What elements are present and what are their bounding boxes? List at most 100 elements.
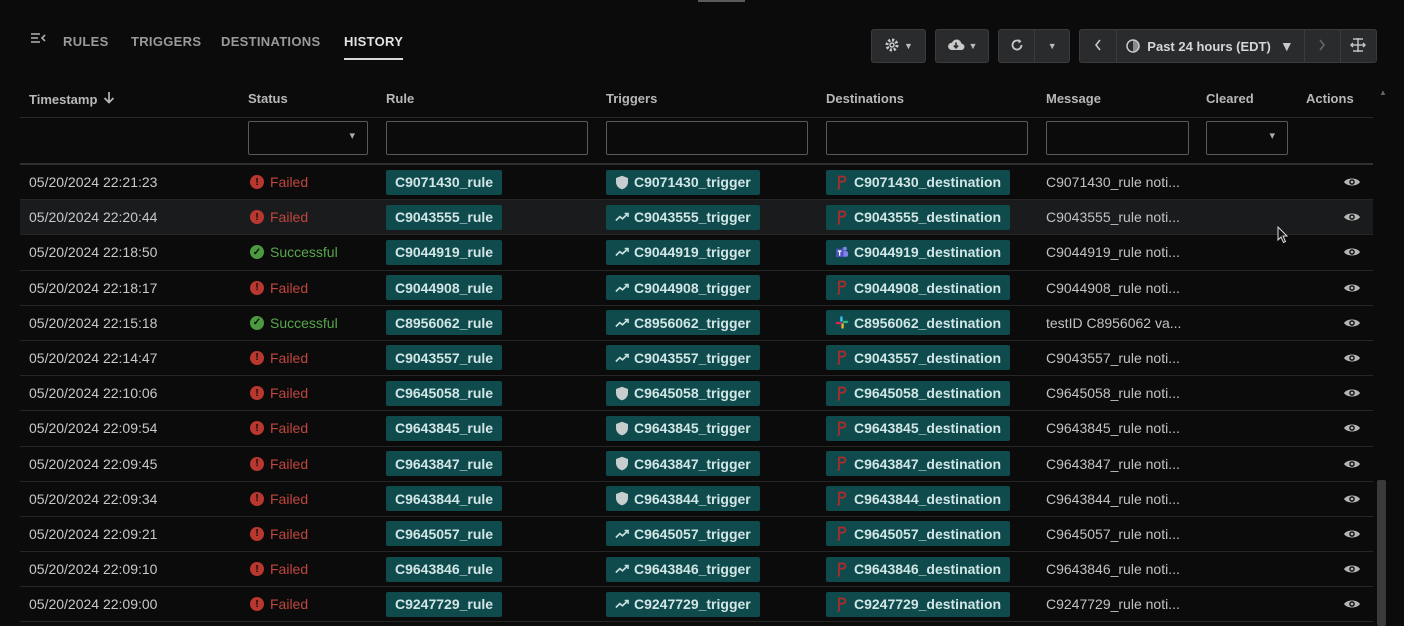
view-details-button[interactable] (1342, 200, 1362, 234)
trigger-link[interactable]: C9643845_trigger (606, 415, 760, 441)
view-details-button[interactable] (1342, 447, 1362, 481)
column-header-status[interactable]: Status (248, 91, 288, 106)
timestamp-cell: 05/20/2024 22:14:47 (29, 349, 158, 366)
cleared-filter-select[interactable] (1206, 121, 1288, 155)
table-row[interactable]: 05/20/2024 22:15:18 ✓ Successful C895606… (20, 306, 1373, 341)
trend-icon (615, 281, 629, 295)
column-header-timestamp[interactable]: Timestamp (29, 91, 115, 107)
trigger-link[interactable]: C9645057_trigger (606, 521, 760, 547)
sidebar-toggle-icon[interactable] (30, 31, 46, 45)
view-details-button[interactable] (1342, 271, 1362, 305)
table-row[interactable]: 05/20/2024 22:21:23 ! Failed C9071430_ru… (20, 165, 1373, 201)
table-row[interactable]: 05/20/2024 22:18:17 ! Failed C9044908_ru… (20, 271, 1373, 306)
column-header-rule[interactable]: Rule (386, 91, 414, 106)
trigger-link[interactable]: C9247729_trigger (606, 591, 760, 617)
status-cell: ! Failed (250, 376, 308, 410)
rule-link[interactable]: C9044919_rule (386, 239, 503, 265)
trigger-link[interactable]: C9645058_trigger (606, 380, 760, 406)
export-button[interactable]: ▼ (935, 29, 989, 63)
view-details-button[interactable] (1342, 482, 1362, 516)
rule-link[interactable]: C9645057_rule (386, 521, 503, 547)
time-forward-button[interactable] (1304, 30, 1341, 62)
table-row[interactable]: 05/20/2024 22:14:47 ! Failed C9043557_ru… (20, 341, 1373, 377)
zoom-button[interactable] (1340, 30, 1376, 62)
destination-label: C9044908_destination (854, 279, 1002, 296)
view-details-button[interactable] (1342, 306, 1362, 340)
status-filter-select[interactable] (248, 121, 368, 155)
trigger-link[interactable]: C9071430_trigger (606, 169, 760, 195)
trigger-link[interactable]: C9043557_trigger (606, 345, 760, 371)
table-row[interactable]: 05/20/2024 22:09:10 ! Failed C9643846_ru… (20, 552, 1373, 588)
destination-link[interactable]: C9643847_destination (826, 451, 1011, 476)
column-header-triggers[interactable]: Triggers (606, 91, 657, 106)
rule-link[interactable]: C9643844_rule (386, 486, 503, 512)
destination-link[interactable]: C9645057_destination (826, 521, 1011, 547)
tab-history[interactable]: HISTORY (344, 34, 404, 60)
refresh-button[interactable] (999, 30, 1036, 62)
table-row[interactable]: 05/20/2024 22:20:44 ! Failed C9043555_ru… (20, 200, 1373, 236)
tab-destinations[interactable]: DESTINATIONS (221, 34, 320, 49)
check-circle-icon: ✓ (250, 315, 264, 330)
view-details-button[interactable] (1342, 517, 1362, 551)
trigger-link[interactable]: C9044908_trigger (606, 275, 760, 301)
trigger-link[interactable]: C9643844_trigger (606, 486, 760, 512)
rule-filter-input[interactable] (386, 121, 588, 155)
rule-link[interactable]: C9643845_rule (386, 415, 503, 441)
view-details-button[interactable] (1342, 341, 1362, 375)
destination-link[interactable]: C9044908_destination (826, 275, 1011, 301)
table-row[interactable]: 05/20/2024 22:18:50 ✓ Successful C904491… (20, 235, 1373, 271)
destination-link[interactable]: C9643846_destination (826, 556, 1011, 582)
table-row[interactable]: 05/20/2024 22:09:54 ! Failed C9643845_ru… (20, 411, 1373, 447)
refresh-interval-dropdown[interactable]: ▼ (1035, 41, 1069, 51)
view-details-button[interactable] (1342, 411, 1362, 445)
column-header-cleared[interactable]: Cleared (1206, 91, 1254, 106)
destination-link[interactable]: C9645058_destination (826, 380, 1011, 406)
view-details-button[interactable] (1342, 165, 1362, 199)
rule-link[interactable]: C9043557_rule (386, 345, 503, 371)
column-header-message[interactable]: Message (1046, 91, 1101, 106)
destination-link[interactable]: C9643845_destination (826, 415, 1011, 441)
tab-rules[interactable]: RULES (63, 34, 109, 49)
trigger-link[interactable]: C9044919_trigger (606, 239, 760, 265)
destination-link[interactable]: C9044919_destination (826, 239, 1011, 265)
table-row[interactable]: 05/20/2024 22:09:00 ! Failed C9247729_ru… (20, 587, 1373, 623)
table-row[interactable]: 05/20/2024 22:09:45 ! Failed C9643847_ru… (20, 447, 1373, 482)
rule-link[interactable]: C9645058_rule (386, 380, 503, 406)
rule-link[interactable]: C9643846_rule (386, 556, 503, 582)
trigger-link[interactable]: C8956062_trigger (606, 310, 760, 336)
destinations-filter-input[interactable] (826, 121, 1028, 155)
tab-triggers[interactable]: TRIGGERS (131, 34, 201, 49)
scroll-up-arrow[interactable]: ▲ (1379, 88, 1387, 97)
rule-link[interactable]: C9043555_rule (386, 204, 503, 230)
view-details-button[interactable] (1342, 552, 1362, 586)
trigger-link[interactable]: C9643847_trigger (606, 451, 760, 476)
triggers-filter-input[interactable] (606, 121, 808, 155)
rule-link[interactable]: C8956062_rule (386, 310, 503, 336)
table-row[interactable]: 05/20/2024 22:10:06 ! Failed C9645058_ru… (20, 376, 1373, 412)
table-row[interactable]: 05/20/2024 22:09:34 ! Failed C9643844_ru… (20, 482, 1373, 517)
destination-link[interactable]: C9643844_destination (826, 486, 1011, 512)
view-details-button[interactable] (1342, 235, 1362, 269)
view-details-button[interactable] (1342, 587, 1362, 621)
table-row[interactable]: 05/20/2024 22:09:21 ! Failed C9645057_ru… (20, 517, 1373, 553)
rule-link[interactable]: C9643847_rule (386, 451, 503, 476)
time-back-button[interactable] (1080, 30, 1117, 62)
rule-cell: C9643845_rule (386, 411, 503, 445)
message-filter-input[interactable] (1046, 121, 1189, 155)
rule-link[interactable]: C9247729_rule (386, 591, 503, 617)
time-range-dropdown[interactable]: Past 24 hours (EDT) ▼ (1116, 30, 1305, 62)
destination-link[interactable]: C9071430_destination (826, 169, 1011, 195)
scrollbar-thumb[interactable] (1377, 480, 1386, 626)
column-header-destinations[interactable]: Destinations (826, 91, 904, 106)
settings-button[interactable]: ▼ (871, 29, 926, 63)
destination-link[interactable]: C9043557_destination (826, 345, 1011, 371)
destination-link[interactable]: C8956062_destination (826, 310, 1011, 336)
trigger-link[interactable]: C9043555_trigger (606, 204, 760, 230)
view-details-button[interactable] (1342, 376, 1362, 410)
trigger-link[interactable]: C9643846_trigger (606, 556, 760, 582)
destination-link[interactable]: C9247729_destination (826, 591, 1011, 617)
eye-icon (1343, 598, 1361, 610)
rule-link[interactable]: C9044908_rule (386, 275, 503, 301)
rule-link[interactable]: C9071430_rule (386, 169, 503, 195)
destination-link[interactable]: C9043555_destination (826, 204, 1011, 230)
